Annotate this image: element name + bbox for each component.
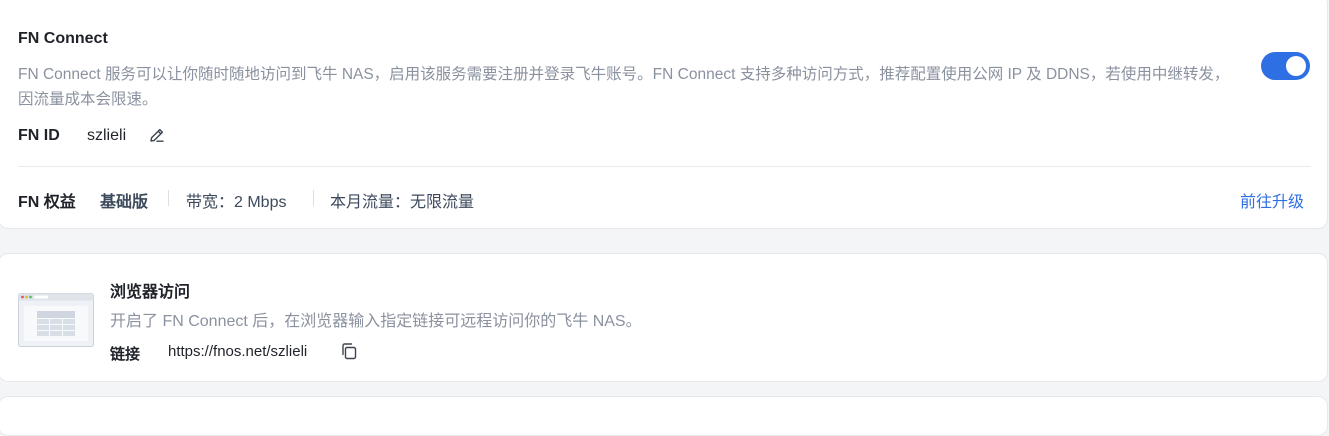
traffic-text: 本月流量：无限流量 [330,194,475,211]
divider [18,166,1311,167]
browser-access-title: 浏览器访问 [110,284,191,301]
next-card [0,396,1328,436]
bandwidth-text: 带宽：2 Mbps [186,194,287,211]
link-label: 链接 [110,346,141,363]
separator [168,190,169,206]
pencil-icon[interactable] [148,126,166,144]
fn-id-label: FN ID [18,127,60,144]
copy-icon[interactable] [340,342,358,360]
toggle-knob [1286,56,1306,76]
separator [313,190,314,206]
fn-connect-title: FN Connect [18,30,108,47]
upgrade-link[interactable]: 前往升级 [1240,188,1304,212]
remote-access-link[interactable]: https://fnos.net/szlieli [168,343,307,360]
fn-connect-description: FN Connect 服务可以让你随时随地访问到飞牛 NAS，启用该服务需要注册… [18,66,1230,108]
browser-access-description: 开启了 FN Connect 后，在浏览器输入指定链接可远程访问你的飞牛 NAS… [110,313,642,330]
fn-rights-label: FN 权益 [18,194,76,211]
fn-rights-tier: 基础版 [100,194,149,211]
browser-window-icon [18,293,94,347]
fn-connect-toggle[interactable] [1261,52,1310,80]
fn-id-value: szlieli [87,127,127,144]
